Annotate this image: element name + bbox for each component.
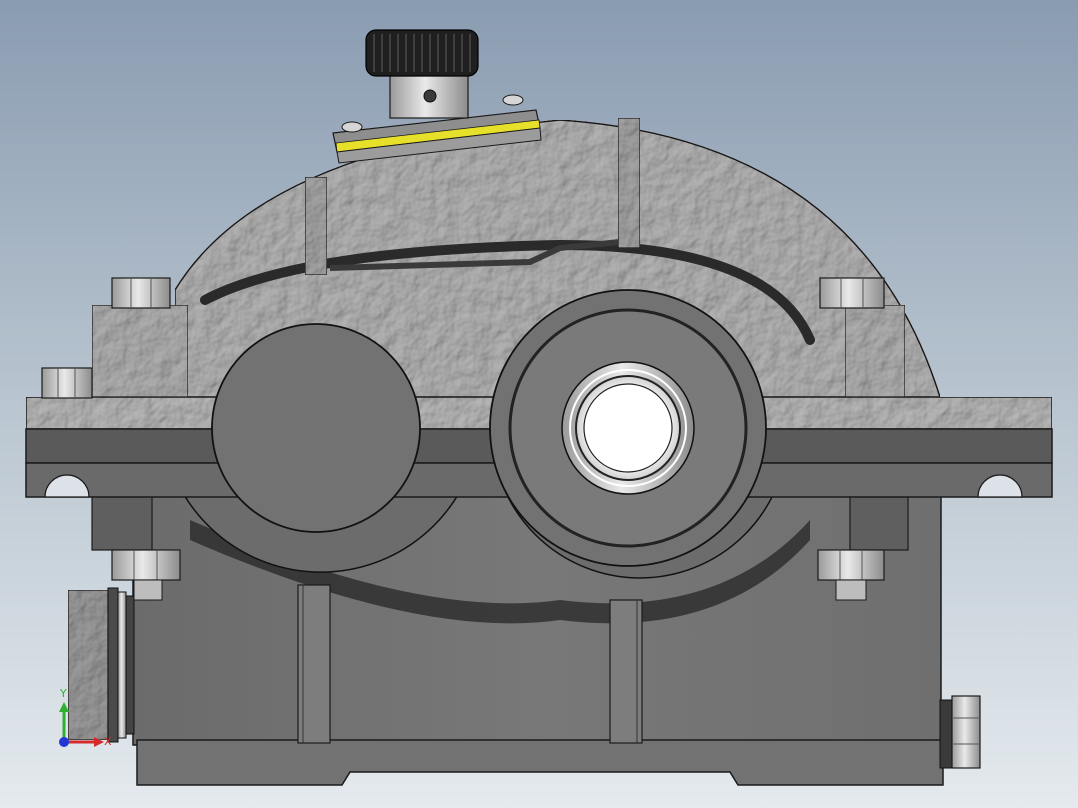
hex-nut-flange-left[interactable]	[41, 367, 93, 399]
bearing-housing-left[interactable]	[211, 323, 421, 533]
hex-nut-top-right[interactable]	[819, 277, 885, 309]
gearbox-model[interactable]	[0, 0, 1078, 808]
shaft-bore[interactable]	[561, 361, 695, 495]
triad-x-label: X	[104, 735, 112, 748]
breather-vent[interactable]	[365, 29, 479, 119]
hex-nut-top-left[interactable]	[111, 277, 171, 309]
graphics-viewport[interactable]: Y X	[0, 0, 1078, 808]
oil-sight-gauge[interactable]	[67, 587, 135, 743]
oil-drain-plug[interactable]	[939, 695, 981, 769]
triad-y-label: Y	[60, 687, 67, 700]
